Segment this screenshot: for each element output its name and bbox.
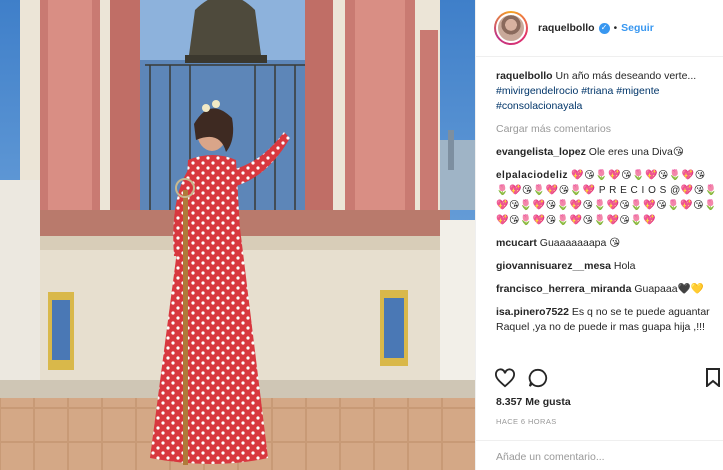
comment-item: evangelista_lopez Ole eres una Diva😘 [496, 145, 718, 160]
separator-dot: • [613, 22, 618, 34]
follow-button[interactable]: Seguir [621, 22, 654, 34]
post-timestamp: HACE 6 HORAS [496, 417, 557, 426]
post-header: raquelbollo ✓ • Seguir [476, 0, 723, 57]
comment-text: Guaaaaaaapa 😘 [536, 237, 621, 249]
photo-illustration [0, 0, 475, 470]
comment-item: mcucart Guaaaaaaapa 😘 [496, 236, 718, 251]
post-photo[interactable] [0, 0, 475, 470]
hashtag-triana[interactable]: #triana [581, 85, 613, 97]
comment-username[interactable]: evangelista_lopez [496, 146, 586, 158]
caption: raquelbollo Un año más deseando verte...… [496, 69, 718, 114]
comment-text: Guapaaa🖤💛 [631, 283, 704, 295]
post-side-panel: raquelbollo ✓ • Seguir raquelbollo Un añ… [475, 0, 723, 470]
comment-username[interactable]: mcucart [496, 237, 537, 249]
likes-count[interactable]: 8.357 Me gusta [496, 396, 571, 408]
hashtag-mivirgendelrocio[interactable]: #mivirgendelrocio [496, 85, 578, 97]
load-more-comments-button[interactable]: Cargar más comentarios [496, 122, 718, 137]
hashtag-migente[interactable]: #migente [616, 85, 659, 97]
comment-item: francisco_herrera_miranda Guapaaa🖤💛 [496, 282, 718, 297]
avatar[interactable] [494, 11, 528, 45]
bookmark-icon[interactable] [706, 368, 720, 390]
caption-text: Un año más deseando verte... [552, 70, 697, 82]
caption-username[interactable]: raquelbollo [496, 70, 553, 82]
comment-icon[interactable] [528, 368, 548, 391]
avatar-image [496, 13, 526, 43]
hashtag-consolacionayala[interactable]: #consolacionayala [496, 100, 582, 112]
comment-username[interactable]: francisco_herrera_miranda [496, 283, 631, 295]
header-username[interactable]: raquelbollo [538, 22, 595, 34]
heart-icon[interactable] [494, 368, 516, 391]
comment-item: isa.pinero7522 Es q no se te puede aguan… [496, 305, 718, 335]
comment-item: giovannisuarez__mesa Hola [496, 259, 718, 274]
comment-text: Hola [610, 260, 636, 272]
add-comment-input[interactable]: Añade un comentario... [476, 440, 723, 470]
comment-username[interactable]: giovannisuarez__mesa [496, 260, 611, 272]
comment-username[interactable]: isa.pinero7522 [496, 306, 569, 318]
verified-badge-icon: ✓ [598, 22, 610, 34]
comment-text: Ole eres una Diva😘 [585, 146, 684, 158]
action-bar [476, 364, 723, 394]
comment-item: elpalaciodeliz 💖😘🌷💖😘🌷💖😘🌷💖😘🌷💖😘🌷💖😘🌷💖 P R E… [496, 168, 718, 228]
comment-username[interactable]: elpalaciodeliz [496, 170, 568, 181]
comments-list[interactable]: raquelbollo Un año más deseando verte...… [496, 69, 718, 364]
